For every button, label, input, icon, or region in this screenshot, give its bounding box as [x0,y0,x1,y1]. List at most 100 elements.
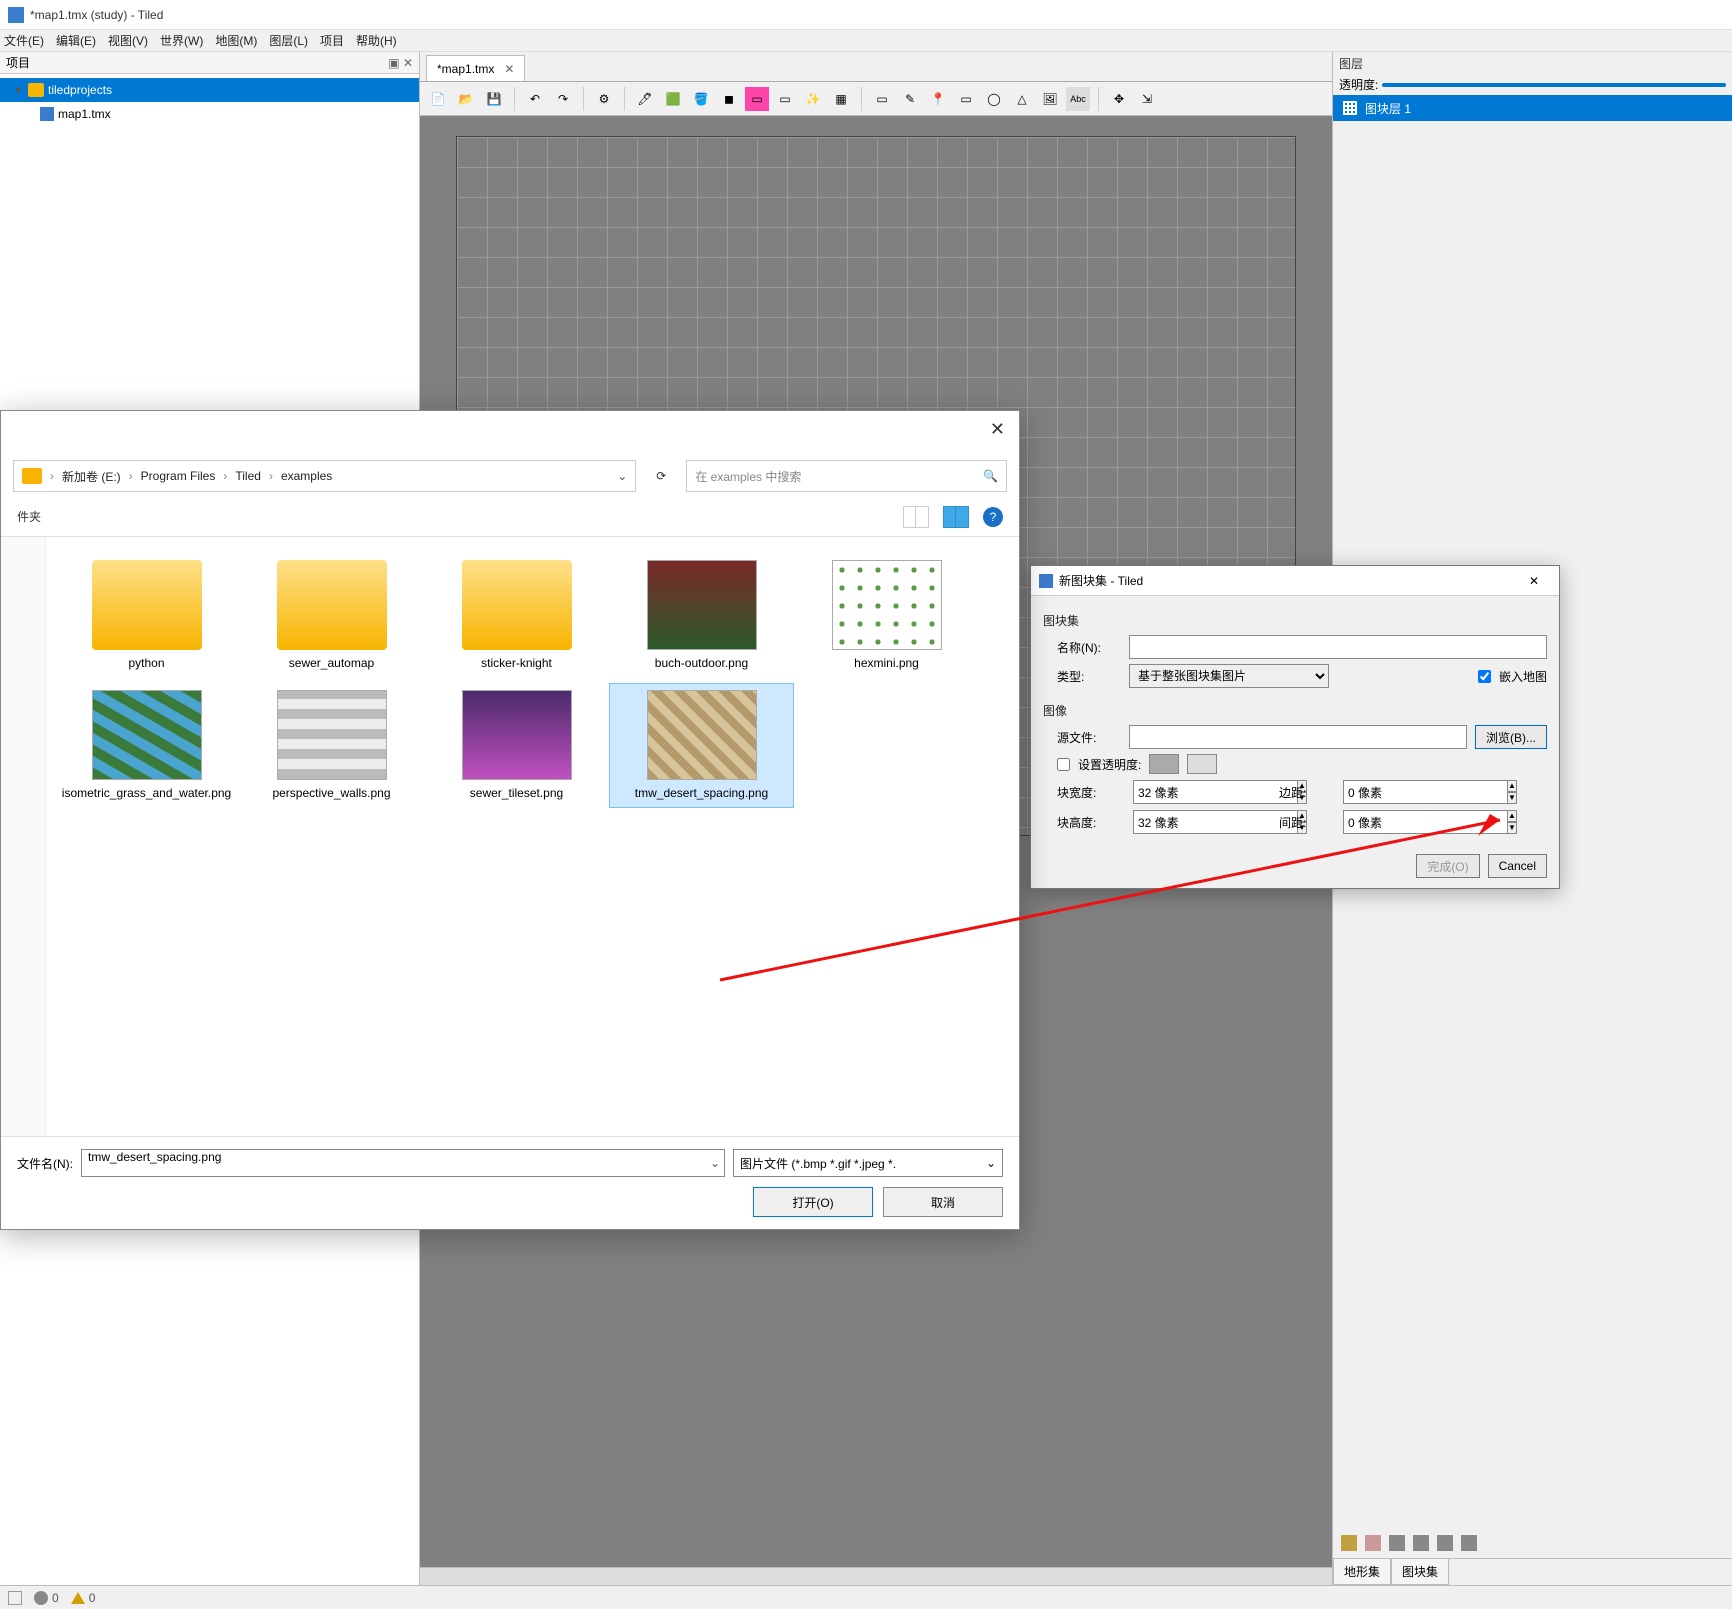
tool-polygon-icon[interactable]: △ [1010,87,1034,111]
chevron-right-icon[interactable]: › [50,469,54,483]
tool-ellipse-icon[interactable]: ◯ [982,87,1006,111]
breadcrumb[interactable]: › 新加卷 (E:) › Program Files › Tiled › exa… [13,460,636,492]
new-tileset-icon[interactable] [1341,1535,1357,1551]
tool-redo-icon[interactable]: ↷ [551,87,575,111]
menu-map[interactable]: 地图(M) [215,32,257,49]
tile-width-input[interactable] [1133,780,1298,804]
tool-select-rect-icon[interactable]: ▭ [773,87,797,111]
tool-eraser-icon[interactable]: ▭ [745,87,769,111]
tree-file-map1[interactable]: map1.tmx [0,102,419,126]
tileset-swap-icon[interactable] [1437,1535,1453,1551]
file-item[interactable]: buch-outdoor.png [609,553,794,679]
crumb-examples[interactable]: examples [281,469,332,483]
browse-button[interactable]: 浏览(B)... [1475,725,1547,749]
trans-color-swatch[interactable] [1149,754,1179,774]
spacing-input[interactable] [1343,810,1508,834]
file-item[interactable]: sewer_tileset.png [424,683,609,809]
layer-list[interactable]: 图块层 1 [1333,95,1732,121]
app-logo-icon [8,7,24,23]
filename-input[interactable]: tmw_desert_spacing.png ⌄ [81,1149,725,1177]
open-button[interactable]: 打开(O) [753,1187,873,1217]
file-item[interactable]: tmw_desert_spacing.png [609,683,794,809]
tool-text-icon[interactable]: Abc [1066,87,1090,111]
horizontal-scrollbar[interactable] [420,1567,1332,1585]
tool-new-icon[interactable]: 📄 [426,87,450,111]
tool-terrain-icon[interactable]: 🟩 [661,87,685,111]
transparency-checkbox[interactable] [1057,758,1070,771]
tileset-delete-icon[interactable] [1461,1535,1477,1551]
menu-world[interactable]: 世界(W) [160,32,203,49]
trans-picker-swatch[interactable] [1187,754,1217,774]
menu-layer[interactable]: 图层(L) [269,32,308,49]
file-item[interactable]: isometric_grass_and_water.png [54,683,239,809]
tileset-type-select[interactable]: 基于整张图块集图片 [1129,664,1329,688]
crumb-progfiles[interactable]: Program Files [141,469,216,483]
file-item[interactable]: sewer_automap [239,553,424,679]
tileset-doc-icon[interactable] [1365,1535,1381,1551]
file-item[interactable]: hexmini.png [794,553,979,679]
search-input[interactable]: 在 examples 中搜索 🔍 [686,460,1007,492]
tileset-edit-icon[interactable] [1413,1535,1429,1551]
cancel-open-button[interactable]: 取消 [883,1187,1003,1217]
menu-view[interactable]: 视图(V) [108,32,148,49]
menu-help[interactable]: 帮助(H) [356,32,397,49]
tab-terrain-sets[interactable]: 地形集 [1333,1558,1391,1585]
help-button[interactable]: ? [983,507,1003,527]
chevron-down-icon[interactable]: ⌄ [617,469,627,483]
file-list[interactable]: pythonsewer_automapsticker-knightbuch-ou… [46,537,1019,1136]
new-folder-label[interactable]: 件夹 [17,508,41,525]
filter-value: 图片文件 (*.bmp *.gif *.jpeg *. [740,1155,896,1172]
tile-height-input[interactable] [1133,810,1298,834]
tool-shape-icon[interactable]: ◼ [717,87,741,111]
chevron-down-icon[interactable]: ⌄ [710,1156,720,1170]
tool-object-select-icon[interactable]: ▭ [870,87,894,111]
tool-open-icon[interactable]: 📂 [454,87,478,111]
tool-image-icon[interactable]: 🖼 [1038,87,1062,111]
tool-wand-icon[interactable]: ✨ [801,87,825,111]
nav-pane[interactable] [1,537,46,1136]
source-input[interactable] [1129,725,1467,749]
tree-collapse-icon[interactable]: ▾ [12,83,24,97]
crumb-drive[interactable]: 新加卷 (E:) [62,468,121,485]
tab-map1[interactable]: *map1.tmx ✕ [426,55,525,81]
menu-edit[interactable]: 编辑(E) [56,32,96,49]
tool-rect-icon[interactable]: ▭ [954,87,978,111]
search-placeholder: 在 examples 中搜索 [695,468,801,485]
tool-link-icon[interactable]: ⇲ [1135,87,1159,111]
tool-snap-icon[interactable]: ✥ [1107,87,1131,111]
tab-tilesets[interactable]: 图块集 [1391,1558,1449,1585]
tileset-embed-icon[interactable] [1389,1535,1405,1551]
file-dialog-close-button[interactable]: ✕ [990,419,1005,440]
transparency-label: 设置透明度: [1078,756,1141,773]
cancel-button[interactable]: Cancel [1488,854,1547,878]
finish-button[interactable]: 完成(O) [1416,854,1479,878]
dialog-close-button[interactable]: ✕ [1517,571,1551,591]
crumb-tiled[interactable]: Tiled [235,469,261,483]
margin-input[interactable] [1343,780,1508,804]
preview-pane-button[interactable] [943,506,969,528]
tool-fill-icon[interactable]: 🪣 [689,87,713,111]
tileset-name-input[interactable] [1129,635,1547,659]
view-mode-button[interactable] [903,506,929,528]
console-icon[interactable] [8,1591,22,1605]
file-item[interactable]: sticker-knight [424,553,609,679]
tool-point-icon[interactable]: 📍 [926,87,950,111]
tab-close-icon[interactable]: ✕ [504,62,514,76]
refresh-button[interactable]: ⟳ [646,461,676,491]
tool-stamp-icon[interactable]: 🖊 [633,87,657,111]
tool-undo-icon[interactable]: ↶ [523,87,547,111]
panel-float-icon[interactable]: ▣ ✕ [388,56,413,70]
menu-file[interactable]: 文件(E) [4,32,44,49]
tool-command-icon[interactable]: ⚙ [592,87,616,111]
file-item[interactable]: python [54,553,239,679]
tool-same-icon[interactable]: ▦ [829,87,853,111]
layer-row-tilelayer1[interactable]: 图块层 1 [1333,95,1732,121]
embed-checkbox[interactable] [1478,670,1491,683]
tool-save-icon[interactable]: 💾 [482,87,506,111]
opacity-slider[interactable] [1382,83,1726,87]
menu-project[interactable]: 项目 [320,32,344,49]
tool-object-edit-icon[interactable]: ✎ [898,87,922,111]
file-item[interactable]: perspective_walls.png [239,683,424,809]
tree-folder-root[interactable]: ▾ tiledprojects [0,78,419,102]
file-type-filter[interactable]: 图片文件 (*.bmp *.gif *.jpeg *. ⌄ [733,1149,1003,1177]
